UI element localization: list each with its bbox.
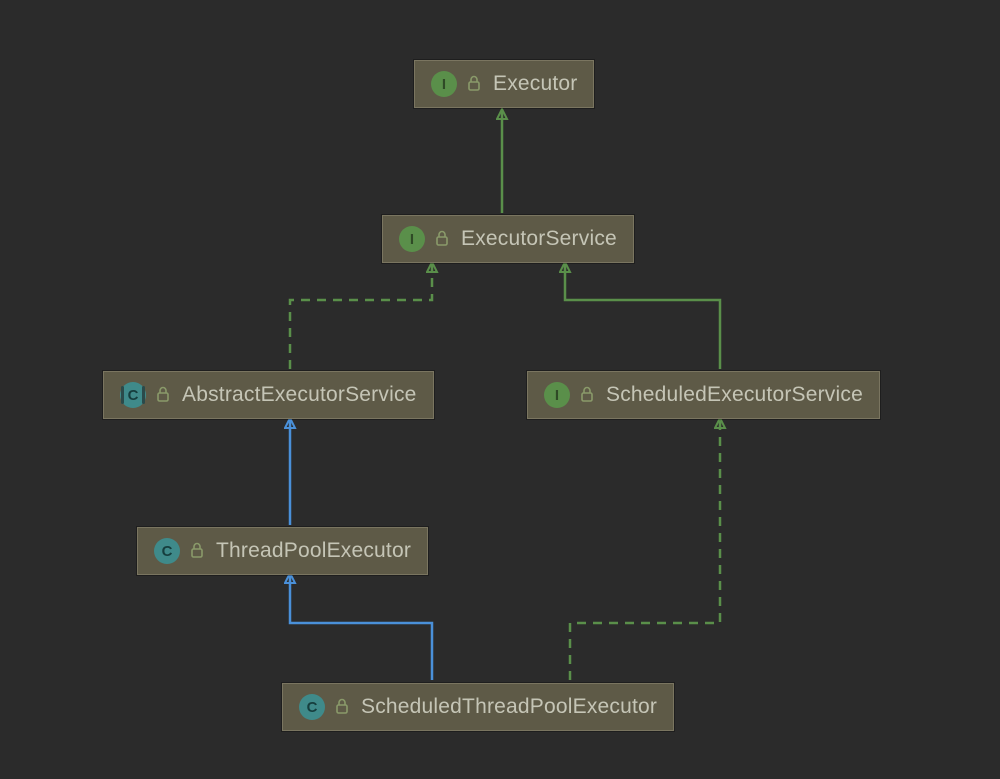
node-label: Executor (493, 72, 577, 96)
node-label: AbstractExecutorService (182, 383, 417, 407)
node-scheduled-thread-pool-executor[interactable]: C ScheduledThreadPoolExecutor (282, 683, 674, 731)
edge-abstract-to-executorservice (290, 263, 432, 369)
node-label: ScheduledThreadPoolExecutor (361, 695, 657, 719)
class-icon: C (154, 538, 180, 564)
lock-icon (190, 542, 204, 560)
edge-stpe-to-tpe (290, 574, 432, 680)
lock-icon (467, 75, 481, 93)
interface-icon: I (431, 71, 457, 97)
node-executor[interactable]: I Executor (414, 60, 594, 108)
node-label: ExecutorService (461, 227, 617, 251)
lock-icon (435, 230, 449, 248)
interface-icon: I (399, 226, 425, 252)
edge-stpe-to-scheduled-service (570, 419, 720, 680)
lock-icon (335, 698, 349, 716)
node-thread-pool-executor[interactable]: C ThreadPoolExecutor (137, 527, 428, 575)
class-icon: C (299, 694, 325, 720)
node-abstract-executor-service[interactable]: C AbstractExecutorService (103, 371, 434, 419)
node-executor-service[interactable]: I ExecutorService (382, 215, 634, 263)
interface-icon: I (544, 382, 570, 408)
node-label: ScheduledExecutorService (606, 383, 863, 407)
abstract-class-icon: C (120, 382, 146, 408)
node-scheduled-executor-service[interactable]: I ScheduledExecutorService (527, 371, 880, 419)
edge-scheduled-service-to-executorservice (565, 263, 720, 369)
lock-icon (156, 386, 170, 404)
node-label: ThreadPoolExecutor (216, 539, 411, 563)
lock-icon (580, 386, 594, 404)
